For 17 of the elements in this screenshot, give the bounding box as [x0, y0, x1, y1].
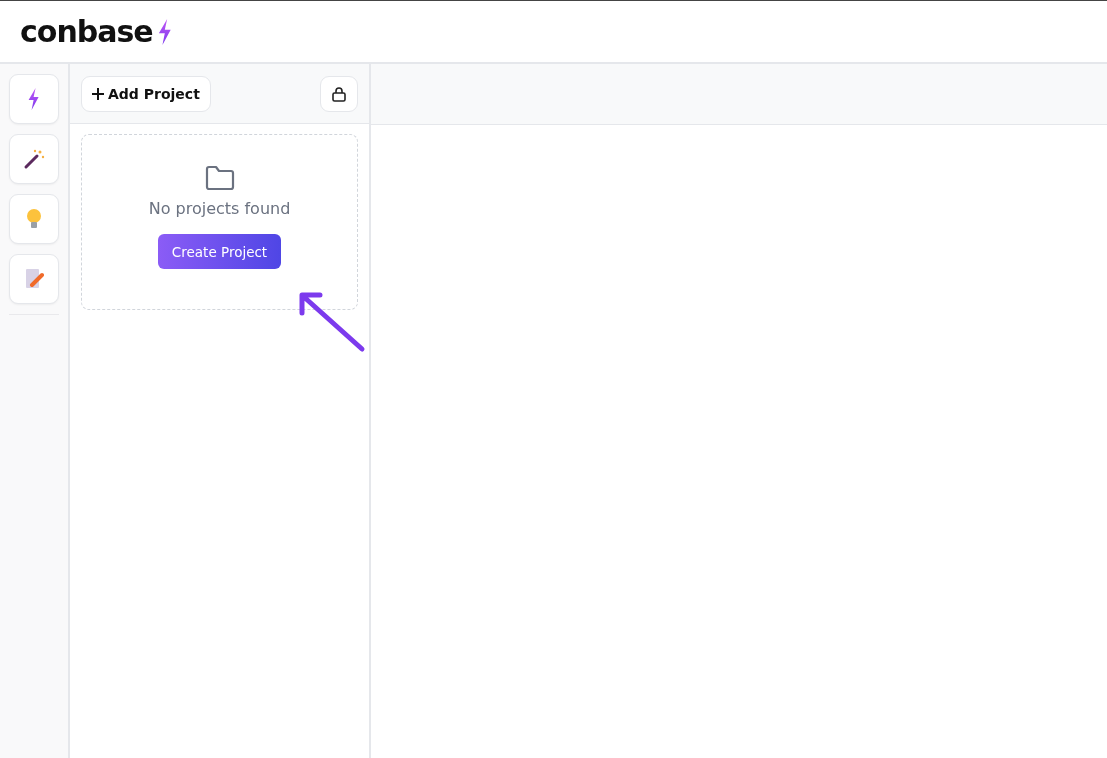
document-edit-button[interactable] — [9, 254, 59, 304]
logo-text: conbase — [20, 14, 153, 49]
light-bulb-icon — [26, 208, 42, 230]
magic-wand-button[interactable] — [9, 134, 59, 184]
lightning-bolt-icon — [27, 88, 41, 110]
lightning-button[interactable] — [9, 74, 59, 124]
lock-icon — [331, 85, 347, 102]
lock-button[interactable] — [320, 75, 358, 112]
document-pencil-icon — [24, 268, 44, 290]
create-project-button[interactable]: Create Project — [157, 234, 282, 269]
empty-message: No projects found — [148, 199, 291, 218]
light-bulb-button[interactable] — [9, 194, 59, 244]
folder-icon — [204, 165, 235, 191]
plus-icon — [92, 87, 104, 100]
magic-wand-icon — [23, 148, 45, 170]
add-project-button[interactable]: Add Project — [81, 75, 211, 112]
lightning-bolt-icon — [156, 18, 173, 45]
